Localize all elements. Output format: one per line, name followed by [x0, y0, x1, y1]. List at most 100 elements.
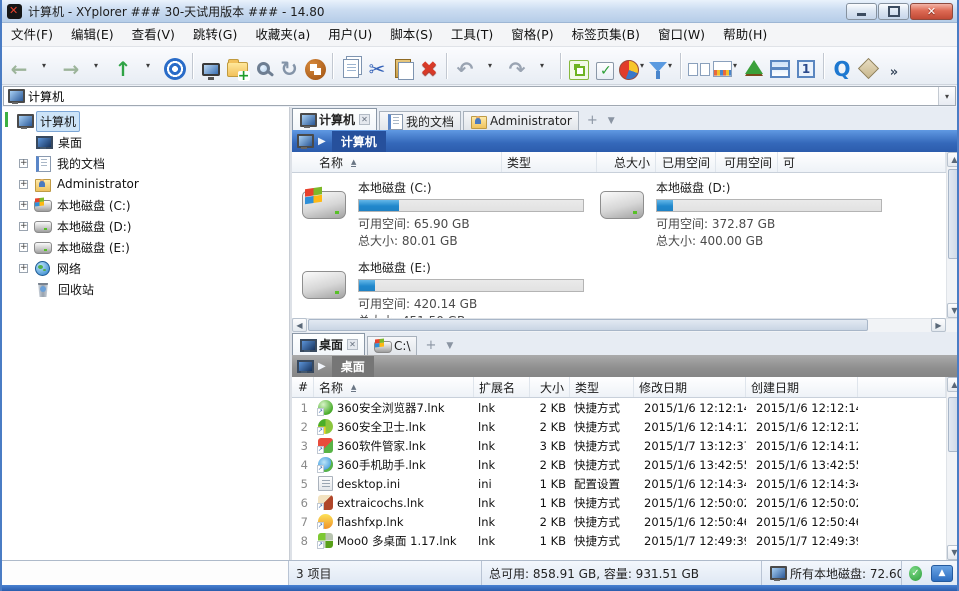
cut-button[interactable]: ✂ — [365, 52, 389, 80]
tab-my-documents[interactable]: 我的文档 — [379, 111, 461, 130]
paste-button[interactable] — [391, 52, 415, 80]
menu-item-go[interactable]: 跳转(G) — [184, 23, 246, 47]
breadcrumb-location[interactable]: 桌面 — [332, 356, 374, 377]
single-pane-button[interactable]: 1 — [794, 52, 818, 80]
menu-item-file[interactable]: 文件(F) — [2, 23, 62, 47]
toolbar-overflow-button[interactable]: » — [882, 52, 906, 80]
horizontal-scrollbar[interactable]: ◀ ▶ — [292, 318, 959, 332]
checkbox-selection-button[interactable] — [593, 52, 617, 80]
go-to-target-button[interactable] — [163, 52, 187, 80]
undo-dropdown[interactable]: ▾ — [479, 52, 503, 80]
drive-tile-d[interactable]: 本地磁盘 (D:) 可用空间: 372.87 GB 总大小: 400.00 GB — [600, 179, 882, 250]
column-header-truncated[interactable]: 可 — [778, 152, 946, 172]
column-header-index[interactable]: # — [292, 377, 314, 397]
file-row[interactable]: 5 desktop.ini ini 1 KB 配置设置 2015/1/6 12:… — [292, 474, 946, 493]
menu-item-tools[interactable]: 工具(T) — [442, 23, 502, 47]
tree-item-drive-c[interactable]: + 本地磁盘 (C:) — [2, 195, 134, 215]
new-tab-button[interactable]: + — [581, 113, 604, 130]
close-button[interactable] — [910, 3, 953, 20]
breadcrumb-location[interactable]: 计算机 — [332, 131, 386, 152]
column-header-created[interactable]: 创建日期 — [746, 377, 858, 397]
up-button[interactable]: ↑ — [111, 52, 135, 80]
forward-dropdown[interactable]: ▾ — [85, 52, 109, 80]
file-row[interactable]: 6 extraicochs.lnk lnk 1 KB 快捷方式 2015/1/6… — [292, 493, 946, 512]
scroll-right-button[interactable]: ▶ — [931, 318, 946, 332]
new-folder-button[interactable] — [225, 52, 249, 80]
menu-item-view[interactable]: 查看(V) — [123, 23, 184, 47]
scroll-down-button[interactable]: ▼ — [947, 545, 959, 560]
tab-computer[interactable]: 计算机 ✕ — [292, 108, 377, 130]
back-dropdown[interactable]: ▾ — [33, 52, 57, 80]
column-header-name[interactable]: 名称▲ — [314, 377, 474, 397]
forward-button[interactable]: → — [59, 52, 83, 80]
horizontal-split-button[interactable] — [768, 52, 792, 80]
menu-item-window[interactable]: 窗口(W) — [649, 23, 714, 47]
vertical-scrollbar[interactable]: ▲ ▼ — [946, 152, 959, 318]
scroll-left-button[interactable]: ◀ — [292, 318, 307, 332]
status-up-button[interactable]: ▲ — [931, 565, 953, 582]
tree-item-network[interactable]: + 网络 — [2, 258, 84, 278]
address-input[interactable]: 计算机 ▾ — [3, 86, 956, 106]
folder-tree-button[interactable] — [742, 52, 766, 80]
tab-list-button[interactable]: ▼ — [604, 116, 619, 130]
column-header-total-size[interactable]: 总大小 — [597, 152, 656, 172]
menu-item-edit[interactable]: 编辑(E) — [62, 23, 123, 47]
tab-list-button[interactable]: ▼ — [442, 341, 457, 355]
column-header-modified[interactable]: 修改日期 — [634, 377, 746, 397]
address-dropdown-button[interactable]: ▾ — [938, 87, 955, 105]
redo-dropdown[interactable]: ▾ — [531, 52, 555, 80]
back-button[interactable]: ← — [7, 52, 31, 80]
minimize-button[interactable] — [846, 3, 877, 20]
column-header-type[interactable]: 类型 — [570, 377, 634, 397]
up-dropdown[interactable]: ▾ — [137, 52, 161, 80]
tree-item-drive-d[interactable]: + 本地磁盘 (D:) — [2, 216, 134, 236]
tag-button[interactable] — [856, 52, 880, 80]
file-row[interactable]: 8 Moo0 多桌面 1.17.lnk lnk 1 KB 快捷方式 2015/1… — [292, 531, 946, 550]
copy-button[interactable] — [339, 52, 363, 80]
file-row[interactable]: 3 360软件管家.lnk lnk 3 KB 快捷方式 2015/1/7 13:… — [292, 436, 946, 455]
column-header-name[interactable]: 名称▲ — [292, 152, 502, 172]
new-tab-button[interactable]: + — [419, 338, 442, 355]
file-row[interactable]: 7 flashfxp.lnk lnk 2 KB 快捷方式 2015/1/6 12… — [292, 512, 946, 531]
live-search-button[interactable]: Q — [830, 52, 854, 80]
scrollbar-thumb[interactable] — [948, 169, 959, 259]
tree-item-desktop[interactable]: 桌面 — [2, 132, 85, 152]
tab-desktop[interactable]: 桌面 ✕ — [292, 333, 365, 355]
expander-icon[interactable]: + — [19, 243, 28, 252]
tab-c-drive[interactable]: C:\ — [367, 336, 417, 355]
file-row[interactable]: 1 360安全浏览器7.lnk lnk 2 KB 快捷方式 2015/1/6 1… — [292, 398, 946, 417]
view-mode-button[interactable]: ▾ — [713, 52, 740, 80]
tree-item-drive-e[interactable]: + 本地磁盘 (E:) — [2, 237, 133, 257]
undo-button[interactable]: ↶ — [453, 52, 477, 80]
tree-item-recycle-bin[interactable]: 回收站 — [2, 279, 97, 299]
menu-item-favorites[interactable]: 收藏夹(a) — [246, 23, 319, 47]
my-computer-button[interactable] — [199, 52, 223, 80]
scroll-down-button[interactable]: ▼ — [947, 303, 959, 318]
scrollbar-thumb[interactable] — [308, 319, 868, 331]
tree-item-computer[interactable]: 计算机 — [2, 111, 80, 131]
expander-icon[interactable]: + — [19, 159, 28, 168]
close-tab-icon[interactable]: ✕ — [359, 114, 370, 125]
hop-button[interactable] — [303, 52, 327, 80]
expander-icon[interactable]: + — [19, 201, 28, 210]
drive-tile-c[interactable]: 本地磁盘 (C:) 可用空间: 65.90 GB 总大小: 80.01 GB — [302, 179, 584, 250]
column-header-size[interactable]: 大小 — [530, 377, 570, 397]
close-tab-icon[interactable]: ✕ — [347, 339, 358, 350]
tree-item-my-documents[interactable]: + 我的文档 — [2, 153, 108, 173]
file-row[interactable]: 2 360安全卫士.lnk lnk 2 KB 快捷方式 2015/1/6 12:… — [292, 417, 946, 436]
expander-icon[interactable]: + — [19, 222, 28, 231]
delete-button[interactable]: ✖ — [417, 52, 441, 80]
tree-item-administrator[interactable]: + Administrator — [2, 174, 142, 194]
filter-button[interactable]: ▾ — [649, 52, 675, 80]
expander-icon[interactable]: + — [19, 264, 28, 273]
scrollbar-thumb[interactable] — [948, 397, 959, 452]
tree-toggle-button[interactable] — [567, 52, 591, 80]
redo-button[interactable]: ↷ — [505, 52, 529, 80]
menu-item-user[interactable]: 用户(U) — [319, 23, 381, 47]
refresh-button[interactable]: ↻ — [277, 52, 301, 80]
menu-item-tabsets[interactable]: 标签页集(B) — [563, 23, 649, 47]
file-row[interactable]: 4 360手机助手.lnk lnk 2 KB 快捷方式 2015/1/6 13:… — [292, 455, 946, 474]
statistics-button[interactable]: ▾ — [619, 52, 647, 80]
scroll-up-button[interactable]: ▲ — [947, 152, 959, 167]
expander-icon[interactable]: + — [19, 180, 28, 189]
